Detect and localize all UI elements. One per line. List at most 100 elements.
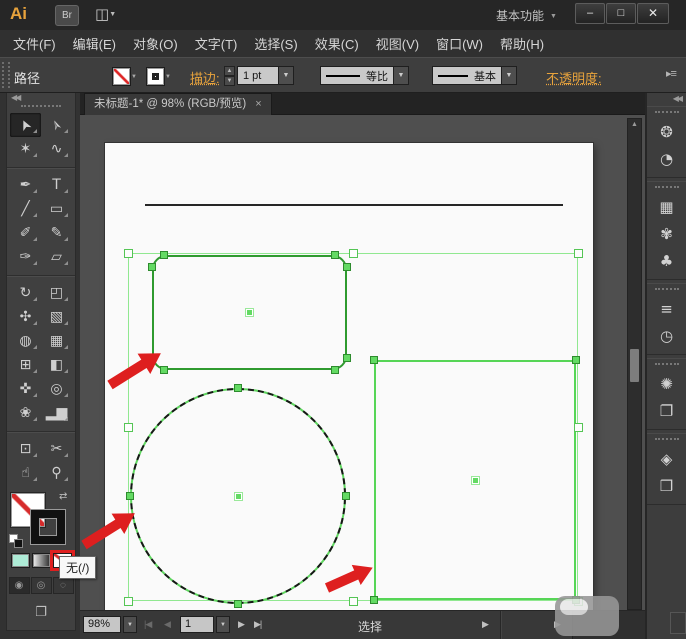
scroll-up-icon[interactable]: ▲ <box>628 121 641 128</box>
eyedropper-tool[interactable]: ✜ <box>10 377 41 401</box>
draw-normal-button[interactable]: ◉ <box>8 577 30 594</box>
next-artboard-button[interactable]: ▶ <box>238 619 245 630</box>
scale-tool[interactable]: ◰ <box>41 281 72 305</box>
artboard-dropdown-icon[interactable]: ▼ <box>216 616 230 633</box>
brush-definition-dropdown-icon[interactable]: ▼ <box>502 66 517 85</box>
slice-tool[interactable]: ✂ <box>41 437 72 461</box>
artboard-tool[interactable]: ⊡ <box>10 437 41 461</box>
appearance-panel-icon[interactable]: ✺ <box>647 371 686 398</box>
swatches-panel-icon[interactable]: ▦ <box>647 194 686 221</box>
brushes-panel-icon[interactable]: ✾ <box>647 221 686 248</box>
direct-selection-tool[interactable]: ➢ <box>41 113 72 137</box>
screen-mode-button[interactable]: ❐ <box>28 601 54 622</box>
control-panel-menu-icon[interactable]: ▸≡ <box>666 67 677 80</box>
arrange-documents-button[interactable]: ◫▼ <box>95 5 116 23</box>
magic-wand-tool[interactable]: ✶ <box>10 137 41 161</box>
pencil-tool[interactable]: ✎ <box>41 221 72 245</box>
first-artboard-button[interactable]: |◀ <box>144 619 152 630</box>
rotate-tool[interactable]: ↻ <box>10 281 41 305</box>
color-button[interactable] <box>10 553 30 568</box>
default-fill-stroke-icon[interactable] <box>9 534 23 548</box>
width-tool[interactable]: ✣ <box>10 305 41 329</box>
menu-help[interactable]: 帮助(H) <box>500 34 544 53</box>
artboards-panel-icon[interactable]: ❒ <box>647 473 686 500</box>
draw-behind-button[interactable]: ◎ <box>30 577 52 594</box>
dock-gripper[interactable] <box>654 111 679 116</box>
fill-color-swatch[interactable] <box>112 67 131 86</box>
dock-gripper[interactable] <box>654 363 679 368</box>
opacity-panel-link[interactable]: 不透明度: <box>546 68 602 87</box>
status-flyout-icon[interactable]: ▶ <box>482 619 489 630</box>
shape-builder-tool[interactable]: ◍ <box>10 329 41 353</box>
menu-edit[interactable]: 编辑(E) <box>73 34 116 53</box>
minimize-button[interactable]: – <box>575 3 605 24</box>
tab-close-icon[interactable]: × <box>255 98 261 110</box>
stroke-weight-stepper[interactable]: ▲ ▼ <box>224 66 235 86</box>
color-panel-icon[interactable]: ❂ <box>647 119 686 146</box>
step-up-icon[interactable]: ▲ <box>224 66 235 76</box>
graphic-styles-panel-icon[interactable]: ❐ <box>647 398 686 425</box>
dock-gripper[interactable] <box>654 288 679 293</box>
menu-window[interactable]: 窗口(W) <box>436 34 483 53</box>
fill-dropdown-icon[interactable]: ▼ <box>131 74 137 80</box>
blend-tool[interactable]: ◎ <box>41 377 72 401</box>
blob-brush-tool[interactable]: ✑ <box>10 245 41 269</box>
vertical-scrollbar[interactable]: ▲ <box>627 118 642 610</box>
toolbar-collapse-icon[interactable]: ◀◀ <box>7 93 75 104</box>
dock-gripper[interactable] <box>654 438 679 443</box>
menu-select[interactable]: 选择(S) <box>254 34 297 53</box>
control-bar-gripper[interactable] <box>2 62 10 88</box>
zoom-level-field[interactable]: 98% <box>83 616 121 633</box>
symbol-sprayer-tool[interactable]: ❀ <box>10 401 41 425</box>
zoom-tool[interactable]: ⚲ <box>41 461 72 485</box>
selection-tool[interactable]: ➤ <box>10 113 41 137</box>
type-tool[interactable]: T <box>41 173 72 197</box>
gradient-tool[interactable]: ◧ <box>41 353 72 377</box>
mesh-tool[interactable]: ⊞ <box>10 353 41 377</box>
eraser-tool[interactable]: ▱ <box>41 245 72 269</box>
workspace-switcher[interactable]: 基本功能 ▼ <box>496 7 557 24</box>
maximize-button[interactable]: □ <box>606 3 636 24</box>
menu-type[interactable]: 文字(T) <box>195 34 238 53</box>
column-graph-tool[interactable]: ▂▆ <box>41 401 72 425</box>
menu-object[interactable]: 对象(O) <box>133 34 178 53</box>
document-tab[interactable]: 未标题-1* @ 98% (RGB/预览) × <box>84 93 272 115</box>
draw-inside-button[interactable]: ◌ <box>52 577 74 594</box>
toolbar-gripper[interactable] <box>21 105 61 110</box>
stroke-swatch[interactable] <box>31 510 65 544</box>
pasteboard[interactable]: ▲ <box>80 115 645 610</box>
menu-effect[interactable]: 效果(C) <box>315 34 359 53</box>
brush-definition-value[interactable]: 基本 <box>432 66 502 85</box>
hand-tool[interactable]: ☝ <box>10 461 41 485</box>
zoom-dropdown-icon[interactable]: ▼ <box>123 616 137 633</box>
artboard-number-field[interactable]: 1 <box>180 616 214 633</box>
dock-gripper[interactable] <box>654 186 679 191</box>
rectangle-tool[interactable]: ▭ <box>41 197 72 221</box>
menu-view[interactable]: 视图(V) <box>376 34 419 53</box>
perspective-grid-tool[interactable]: ▦ <box>41 329 72 353</box>
pen-tool[interactable]: ✒ <box>10 173 41 197</box>
menu-file[interactable]: 文件(F) <box>13 34 56 53</box>
previous-artboard-button[interactable]: ◀ <box>164 619 171 630</box>
paintbrush-tool[interactable]: ✐ <box>10 221 41 245</box>
line-segment-tool[interactable]: ╱ <box>10 197 41 221</box>
stroke-weight-dropdown-icon[interactable]: ▼ <box>279 66 294 85</box>
vertical-scrollbar-thumb[interactable] <box>630 349 639 382</box>
close-button[interactable]: ✕ <box>637 3 669 24</box>
gradient-button[interactable] <box>31 553 51 568</box>
last-artboard-button[interactable]: ▶| <box>254 619 262 630</box>
stroke-dropdown-icon[interactable]: ▼ <box>165 74 171 80</box>
swap-fill-stroke-icon[interactable]: ⇄ <box>59 491 67 502</box>
bridge-button[interactable]: Br <box>55 5 79 26</box>
stroke-weight-value[interactable]: 1 pt <box>237 66 279 85</box>
layers-panel-icon[interactable]: ◈ <box>647 446 686 473</box>
dock-collapse-icon[interactable]: ◀◀ <box>647 93 686 106</box>
stroke-panel-link[interactable]: 描边: <box>190 68 220 87</box>
symbols-panel-icon[interactable]: ♣ <box>647 248 686 275</box>
step-down-icon[interactable]: ▼ <box>224 76 235 86</box>
width-profile-value[interactable]: 等比 <box>320 66 394 85</box>
stroke-color-swatch[interactable] <box>146 67 165 86</box>
transparency-panel-icon[interactable]: ◷ <box>647 323 686 350</box>
stroke-panel-icon[interactable]: ≡ <box>647 296 686 323</box>
lasso-tool[interactable]: ∿ <box>41 137 72 161</box>
